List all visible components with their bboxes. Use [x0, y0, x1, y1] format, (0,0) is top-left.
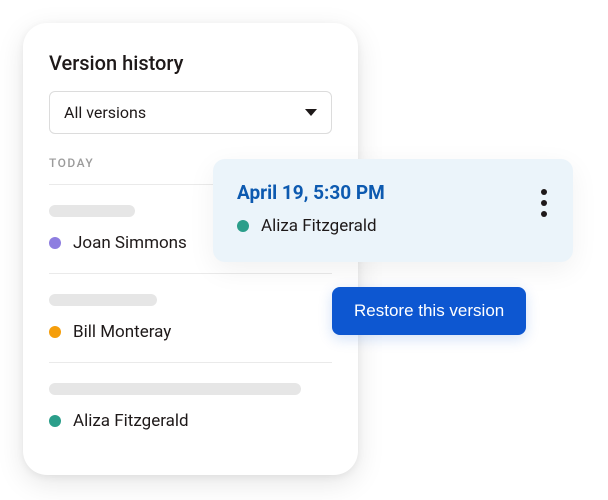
restore-button[interactable]: Restore this version — [332, 287, 526, 335]
chevron-down-icon — [305, 109, 317, 116]
author-name: Aliza Fitzgerald — [73, 411, 189, 431]
author-name: Bill Monteray — [73, 322, 171, 342]
author-color-dot — [49, 326, 61, 338]
author-name: Joan Simmons — [73, 233, 187, 253]
panel-title: Version history — [49, 51, 332, 75]
version-item[interactable]: Aliza Fitzgerald — [49, 362, 332, 451]
popover-author-row: Aliza Fitzgerald — [237, 216, 385, 236]
popover-timestamp: April 19, 5:30 PM — [237, 181, 385, 204]
author-color-dot — [237, 220, 249, 232]
popover-author-name: Aliza Fitzgerald — [261, 216, 377, 236]
author-row: Bill Monteray — [49, 322, 332, 342]
author-color-dot — [49, 237, 61, 249]
author-color-dot — [49, 415, 61, 427]
author-row: Aliza Fitzgerald — [49, 411, 332, 431]
filter-select[interactable]: All versions — [49, 91, 332, 134]
version-item[interactable]: Bill Monteray — [49, 273, 332, 362]
timestamp-skeleton — [49, 205, 135, 217]
timestamp-skeleton — [49, 383, 301, 395]
timestamp-skeleton — [49, 294, 157, 306]
version-detail-popover: April 19, 5:30 PM Aliza Fitzgerald — [213, 159, 573, 262]
more-options-icon[interactable] — [535, 181, 553, 225]
filter-selected-label: All versions — [64, 103, 146, 122]
